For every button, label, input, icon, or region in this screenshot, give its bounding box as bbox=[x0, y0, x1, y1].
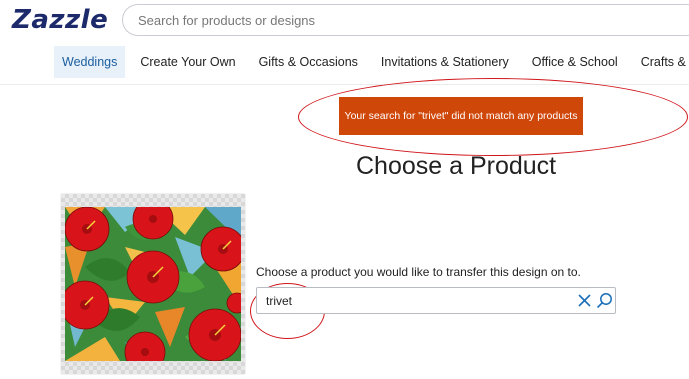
clear-icon[interactable] bbox=[577, 293, 592, 308]
hibiscus-design-image bbox=[65, 207, 241, 361]
nav-item-weddings[interactable]: Weddings bbox=[54, 46, 126, 78]
search-icon[interactable] bbox=[596, 292, 613, 309]
category-nav: Weddings Create Your Own Gifts & Occasio… bbox=[54, 46, 689, 78]
product-search-input[interactable] bbox=[264, 293, 568, 309]
nav-item-crafts-party[interactable]: Crafts & Par bbox=[633, 46, 689, 78]
nav-item-create-your-own[interactable]: Create Your Own bbox=[132, 46, 243, 78]
product-search-box[interactable] bbox=[256, 287, 616, 314]
page-heading: Choose a Product bbox=[356, 152, 557, 180]
error-message: Your search for "trivet" did not match a… bbox=[344, 110, 578, 122]
nav-item-office-school[interactable]: Office & School bbox=[524, 46, 626, 78]
choose-product-prompt: Choose a product you would like to trans… bbox=[256, 265, 581, 279]
nav-item-invitations-stationery[interactable]: Invitations & Stationery bbox=[373, 46, 517, 78]
header-divider bbox=[0, 84, 689, 85]
site-search-input[interactable] bbox=[136, 12, 640, 29]
site-search-bar[interactable] bbox=[122, 4, 689, 36]
design-thumbnail bbox=[61, 194, 245, 374]
zazzle-logo[interactable]: Zazzle bbox=[12, 5, 108, 35]
nav-item-gifts-occasions[interactable]: Gifts & Occasions bbox=[251, 46, 366, 78]
no-results-error-banner: Your search for "trivet" did not match a… bbox=[339, 97, 583, 135]
